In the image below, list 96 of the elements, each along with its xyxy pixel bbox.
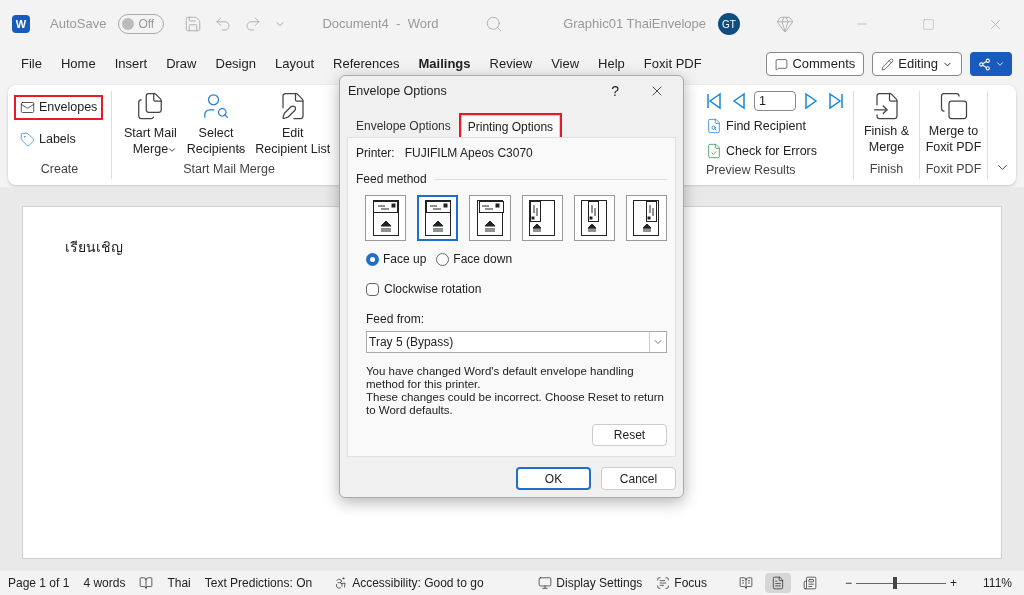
checkbox[interactable] <box>366 282 379 296</box>
feed-method-button[interactable] <box>469 195 511 241</box>
check-errors-button[interactable]: Check for Errors <box>706 141 849 161</box>
mail-merge-button[interactable]: Select Recipients <box>182 91 250 157</box>
radio-button[interactable] <box>366 252 379 266</box>
help-button[interactable]: ? <box>611 80 619 102</box>
merge-to-pdf-button[interactable]: Merge to Foxit PDF <box>925 91 982 155</box>
group-label: Start Mail Merge <box>183 161 275 179</box>
menu-tab[interactable]: Design <box>206 50 265 78</box>
text-predictions-status[interactable]: Text Predictions: On <box>204 574 313 592</box>
group-label: Foxit PDF <box>925 161 982 179</box>
menu-tab[interactable]: Layout <box>265 50 323 78</box>
find-recipient-button[interactable]: Find Recipient <box>706 117 849 136</box>
view-button[interactable] <box>765 573 792 593</box>
share-button[interactable] <box>970 52 1012 76</box>
language-status[interactable]: Thai <box>167 574 191 592</box>
word-logo: W <box>12 15 30 33</box>
mail-merge-button[interactable]: Edit Recipient List <box>251 91 335 157</box>
record-field[interactable]: 1 <box>754 91 796 111</box>
zoom-slider[interactable] <box>856 577 947 589</box>
last-record-icon[interactable] <box>826 92 844 110</box>
zoom-thumb[interactable] <box>892 577 897 589</box>
user-search-icon <box>201 91 231 121</box>
documents-icon <box>938 91 969 121</box>
accessibility-icon <box>334 576 349 590</box>
next-record-icon[interactable] <box>802 92 820 110</box>
pencil-icon <box>881 57 895 71</box>
dialog-tab[interactable]: Envelope Options <box>350 115 457 137</box>
previous-record-icon[interactable] <box>730 92 748 110</box>
first-record-icon[interactable] <box>706 92 724 110</box>
menu-tab[interactable]: Mailings <box>409 50 480 78</box>
feed-method-button[interactable] <box>417 195 459 241</box>
share-icon <box>977 57 991 71</box>
zoom-out-button[interactable]: − <box>845 574 853 592</box>
cancel-button[interactable]: Cancel <box>601 467 676 490</box>
focus-button[interactable]: Focus <box>656 574 708 592</box>
printer-label: Printer: <box>356 145 395 162</box>
editing-button[interactable]: Editing <box>872 52 962 76</box>
menu-tab[interactable]: Review <box>480 50 542 78</box>
autosave-label: AutoSave <box>50 15 107 34</box>
feed-method-button[interactable] <box>625 195 667 241</box>
info-message: You have changed Word's default envelope handling method for this printer. <box>366 365 635 391</box>
feed-method-button[interactable] <box>365 195 407 241</box>
zoom-percent[interactable]: 111% <box>983 574 1012 592</box>
menu-tab[interactable]: Draw <box>157 50 206 78</box>
document-text: เรียนเชิญ <box>65 239 123 255</box>
menu-tab[interactable]: Home <box>51 50 105 78</box>
info-message: These changes could be incorrect. Choose Reset to return to Word defaults. <box>366 391 665 417</box>
group-label: Preview Results <box>706 161 797 179</box>
menu-tab[interactable]: File <box>12 50 51 78</box>
radio-button[interactable] <box>436 252 450 266</box>
menu-tab[interactable]: Foxit PDF <box>634 50 711 78</box>
page-count[interactable]: Page 1 of 1 <box>8 574 70 592</box>
view-icon <box>803 576 818 590</box>
group-label: Create <box>40 161 79 179</box>
printer-name: FUJIFILM Apeos C3070 <box>404 145 533 162</box>
mail-merge-button[interactable]: Start Mail Merge <box>120 91 181 157</box>
avatar[interactable]: GT <box>718 13 740 35</box>
radio-label: Face up <box>383 251 427 268</box>
envelopes-button[interactable]: Envelopes <box>16 97 102 118</box>
label-icon <box>20 131 35 147</box>
account-name: Graphic01 ThaiEnvelope <box>563 15 706 34</box>
view-icon <box>771 576 786 590</box>
comments-button[interactable]: Comments <box>766 52 865 76</box>
feed-from-dropdown[interactable]: Tray 5 (Bypass) <box>366 331 667 353</box>
find-icon <box>706 118 722 135</box>
caret-icon <box>994 59 1005 69</box>
section-heading: Feed method <box>356 171 427 188</box>
word-count[interactable]: 4 words <box>83 574 126 592</box>
feed-method-button[interactable] <box>521 195 563 241</box>
ok-button[interactable]: OK <box>516 467 591 490</box>
envelope-icon <box>20 99 35 115</box>
menu-tab[interactable]: References <box>324 50 409 78</box>
document-title: Document4 - Word <box>322 15 439 34</box>
feed-from-label: Feed from: <box>365 311 426 328</box>
finish-merge-button[interactable]: Finish & Merge <box>863 91 910 155</box>
focus-icon <box>656 576 671 590</box>
zoom-in-button[interactable]: + <box>950 574 958 592</box>
menu-tab[interactable]: View <box>542 50 589 78</box>
radio-label: Face down <box>453 251 513 268</box>
dialog-title: Envelope Options <box>348 82 447 100</box>
feed-method-button[interactable] <box>573 195 615 241</box>
view-icon <box>739 576 754 590</box>
menu-tab[interactable]: Help <box>589 50 634 78</box>
labels-button[interactable]: Labels <box>16 129 80 149</box>
reset-button[interactable]: Reset <box>592 424 667 446</box>
menu-tab[interactable]: Insert <box>105 50 157 78</box>
checkbox-label: Clockwise rotation <box>384 281 482 298</box>
dialog-tab[interactable]: Printing Options <box>460 115 561 137</box>
check-document-icon <box>706 143 722 160</box>
monitor-icon <box>538 576 553 590</box>
book-icon[interactable] <box>139 576 154 590</box>
display-settings-button[interactable]: Display Settings <box>538 574 643 592</box>
accessibility-status[interactable]: Accessibility: Good to go <box>334 574 484 592</box>
comment-icon <box>775 57 789 71</box>
group-label: Finish <box>869 161 904 179</box>
